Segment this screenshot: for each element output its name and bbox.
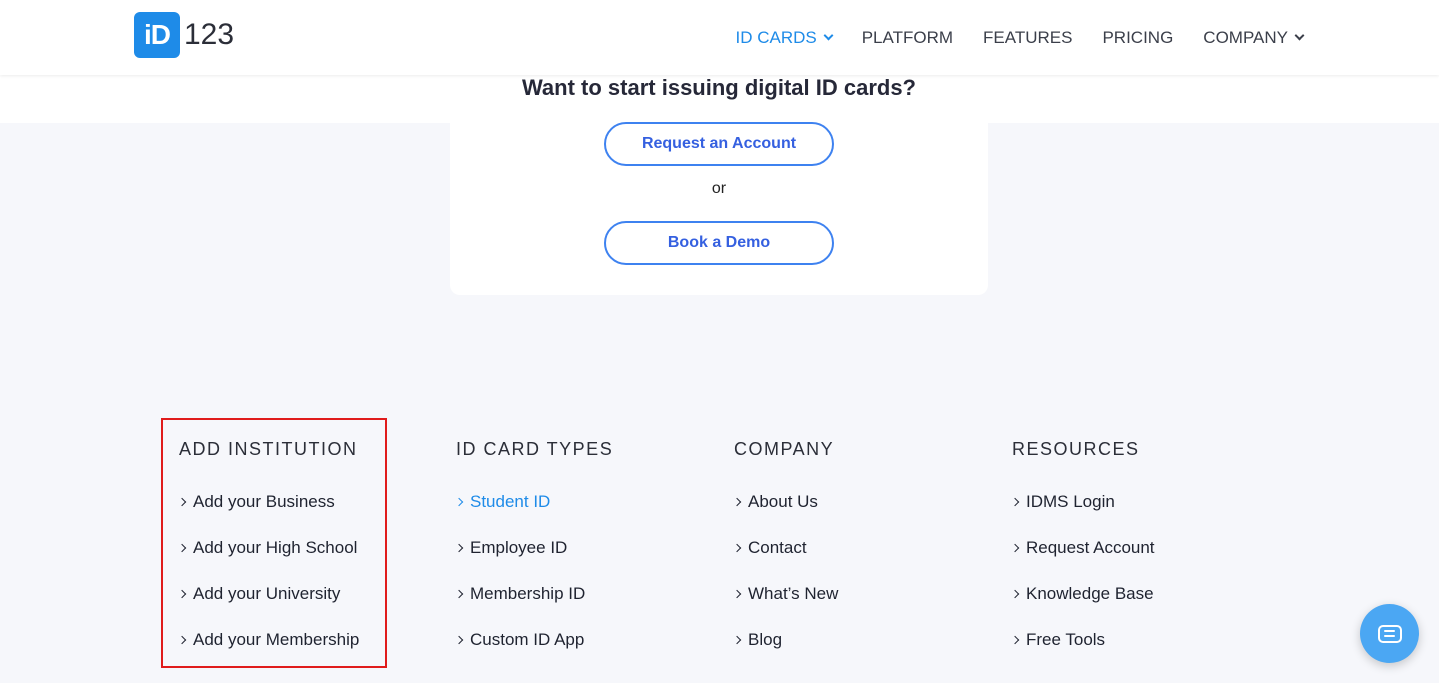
footer-link-whats-new[interactable]: What’s New	[732, 584, 839, 630]
request-account-button[interactable]: Request an Account	[604, 122, 834, 166]
footer-col-add-institution: ADD INSTITUTION Add your Business Add yo…	[177, 439, 360, 676]
nav-features[interactable]: FEATURES	[983, 28, 1072, 48]
footer-link-free-tools[interactable]: Free Tools	[1010, 630, 1155, 676]
footer-link-label: IDMS Login	[1026, 492, 1115, 511]
cta-or-text: or	[711, 180, 727, 197]
nav-company-label: COMPANY	[1203, 27, 1288, 47]
book-demo-button[interactable]: Book a Demo	[604, 221, 834, 265]
cta-card: Want to start issuing digital ID cards? …	[450, 60, 988, 295]
footer-link-add-membership[interactable]: Add your Membership	[177, 630, 360, 676]
footer-link-label: Membership ID	[470, 584, 586, 603]
nav-id-cards[interactable]: ID CARDS	[735, 27, 834, 48]
footer-link-label: What’s New	[748, 584, 839, 603]
footer-col-title: ADD INSTITUTION	[179, 439, 358, 459]
chevron-down-icon	[1294, 30, 1305, 41]
footer-link-label: Student ID	[470, 492, 551, 511]
footer-link-list: IDMS Login Request Account Knowledge Bas…	[1010, 492, 1155, 676]
footer-link-label: Contact	[748, 538, 807, 557]
chevron-right-icon	[1010, 589, 1020, 599]
chevron-right-icon	[732, 589, 742, 599]
footer-col-title: COMPANY	[734, 439, 835, 459]
nav-features-label: FEATURES	[983, 27, 1073, 47]
footer-link-contact[interactable]: Contact	[732, 538, 838, 584]
footer-link-label: Employee ID	[470, 538, 568, 557]
nav-id-cards-label: ID CARDS	[735, 27, 817, 47]
footer-col-title: ID CARD TYPES	[456, 439, 614, 459]
logo[interactable]: iD 123	[134, 12, 234, 58]
site-footer: ADD INSTITUTION Add your Business Add yo…	[0, 395, 1439, 683]
footer-link-employee-id[interactable]: Employee ID	[454, 538, 613, 584]
chevron-right-icon	[1010, 635, 1020, 645]
nav-platform-label: PLATFORM	[861, 27, 954, 47]
logo-mark: iD	[134, 12, 180, 58]
chevron-right-icon	[732, 543, 742, 553]
footer-link-idms-login[interactable]: IDMS Login	[1010, 492, 1155, 538]
chevron-right-icon	[454, 497, 464, 507]
footer-link-label: Add your Membership	[193, 630, 360, 649]
footer-link-about-us[interactable]: About Us	[732, 492, 838, 538]
footer-link-request-account[interactable]: Request Account	[1010, 538, 1155, 584]
chevron-down-icon	[823, 30, 834, 41]
chevron-right-icon	[454, 589, 464, 599]
nav-company[interactable]: COMPANY	[1203, 27, 1305, 48]
chevron-right-icon	[454, 635, 464, 645]
chevron-right-icon	[1010, 497, 1020, 507]
footer-link-label: Add your High School	[193, 538, 358, 557]
main-nav: ID CARDS PLATFORM FEATURES PRICING COMPA…	[735, 0, 1305, 75]
logo-text: 123	[184, 18, 235, 51]
footer-link-label: Blog	[748, 630, 783, 649]
footer-link-label: Request Account	[1026, 538, 1155, 557]
chevron-right-icon	[177, 635, 187, 645]
footer-link-add-business[interactable]: Add your Business	[177, 492, 359, 538]
footer-col-id-card-types: ID CARD TYPES Student ID Employee ID Mem…	[454, 439, 614, 676]
footer-link-add-high-school[interactable]: Add your High School	[177, 538, 359, 584]
chevron-right-icon	[177, 543, 187, 553]
nav-pricing-label: PRICING	[1102, 27, 1174, 47]
footer-link-label: Knowledge Base	[1026, 584, 1154, 603]
footer-link-list: Student ID Employee ID Membership ID Cus…	[454, 492, 613, 676]
footer-col-title: RESOURCES	[1012, 439, 1140, 459]
footer-link-list: About Us Contact What’s New Blog	[732, 492, 839, 676]
footer-link-student-id[interactable]: Student ID	[454, 492, 613, 538]
footer-col-resources: RESOURCES IDMS Login Request Account Kno…	[1010, 439, 1155, 676]
chat-icon	[1377, 624, 1402, 643]
chevron-right-icon	[177, 497, 187, 507]
chat-button[interactable]	[1360, 604, 1419, 663]
cta-title: Want to start issuing digital ID cards?	[521, 75, 916, 100]
footer-link-label: Free Tools	[1026, 630, 1106, 649]
footer-link-blog[interactable]: Blog	[732, 630, 838, 676]
footer-link-label: Add your University	[193, 584, 341, 603]
footer-link-add-university[interactable]: Add your University	[177, 584, 359, 630]
footer-link-list: Add your Business Add your High School A…	[177, 492, 360, 676]
footer-link-custom-id-app[interactable]: Custom ID App	[454, 630, 613, 676]
chevron-right-icon	[177, 589, 187, 599]
footer-col-company: COMPANY About Us Contact What’s New Blog	[732, 439, 839, 676]
chevron-right-icon	[732, 497, 742, 507]
chevron-right-icon	[454, 543, 464, 553]
footer-link-knowledge-base[interactable]: Knowledge Base	[1010, 584, 1155, 630]
nav-platform[interactable]: PLATFORM	[862, 28, 953, 48]
chevron-right-icon	[1010, 543, 1020, 553]
nav-pricing[interactable]: PRICING	[1102, 28, 1173, 48]
footer-link-label: About Us	[748, 492, 818, 511]
footer-link-label: Add your Business	[193, 492, 335, 511]
site-header: iD 123 ID CARDS PLATFORM FEATURES PRICIN…	[0, 0, 1439, 75]
footer-link-membership-id[interactable]: Membership ID	[454, 584, 613, 630]
chevron-right-icon	[732, 635, 742, 645]
footer-link-label: Custom ID App	[470, 630, 585, 649]
